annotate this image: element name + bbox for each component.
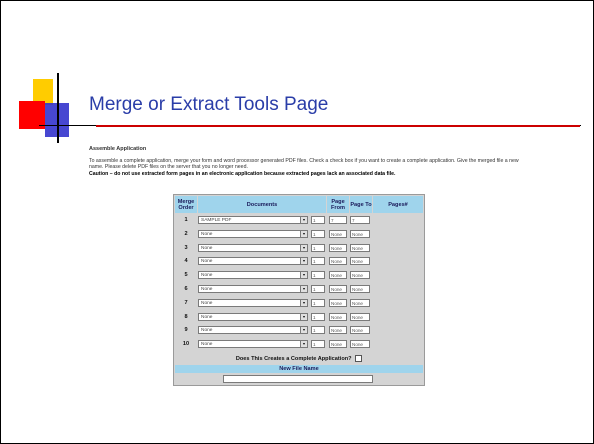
slide-title: Merge or Extract Tools Page [89,94,329,115]
complete-application-checkbox[interactable] [355,355,363,363]
merge-order-cell: 8 [184,313,188,320]
merge-order-cell: 3 [184,244,188,251]
pages-input[interactable]: None [350,312,370,321]
instructions-text: To assemble a complete application, merg… [89,158,519,171]
chevron-down-icon[interactable]: ▾ [300,230,307,237]
page-from-input[interactable]: 1 [311,340,325,349]
merge-order-cell: 10 [182,341,190,348]
page-to-input[interactable]: None [329,285,347,293]
page-from-input[interactable]: 1 [311,271,325,280]
document-select-value: None [201,342,213,348]
merge-order-cell: 4 [184,258,188,265]
document-select[interactable]: None ▾ [198,312,308,321]
table-row: 2 None ▾ 1 None None [174,229,424,240]
header-page-from: Page From [327,196,349,213]
chevron-down-icon[interactable]: ▾ [300,313,307,320]
page-to-input[interactable]: None [329,257,347,266]
table-row: 8 None ▾ 1 None None [174,312,424,323]
pages-input[interactable]: 7 [350,216,370,224]
document-select-value: None [201,314,213,320]
page-to-input[interactable]: None [329,340,347,349]
table-row: 9 None ▾ 1 None None [174,325,424,336]
table-row: 7 None ▾ 1 None None [174,298,424,309]
page-from-input[interactable]: 1 [311,229,325,238]
page-from-input[interactable]: 1 [311,298,325,307]
table-row: 1 SAMPLE PDF ▾ 1 7 7 [174,215,424,226]
chevron-down-icon[interactable]: ▾ [300,327,307,334]
table-row: 10 None ▾ 1 None None [174,339,424,350]
merge-order-cell: 1 [184,217,188,223]
document-select[interactable]: None ▾ [198,257,308,266]
chevron-down-icon[interactable]: ▾ [300,299,307,306]
page-to-input[interactable]: None [329,229,347,238]
header-merge-order: Merge Order [175,196,197,213]
document-select-value: None [201,259,213,265]
assemble-heading: Assemble Application [89,146,147,152]
header-documents: Documents [198,196,326,213]
document-select-value: None [201,245,213,251]
complete-application-question: Does This Creates a Complete Application… [174,355,424,364]
slide: Merge or Extract Tools Page Assemble App… [0,0,594,444]
page-to-input[interactable]: None [329,271,347,280]
document-select-value: None [201,328,213,334]
document-select[interactable]: None ▾ [198,285,308,293]
table-row: 3 None ▾ 1 None None [174,243,424,254]
new-file-name-label: New File Name [175,365,423,373]
document-select[interactable]: SAMPLE PDF ▾ [198,216,308,224]
new-file-name-input[interactable] [223,375,373,383]
page-from-input[interactable]: 1 [311,216,325,224]
table-row: 4 None ▾ 1 None None [174,256,424,267]
chevron-down-icon[interactable]: ▾ [300,272,307,279]
page-to-input[interactable]: None [329,312,347,321]
document-select-value: None [201,300,213,306]
header-pages: Pages# [373,196,423,213]
pages-input[interactable]: None [350,243,370,252]
page-to-input[interactable]: 7 [329,216,347,224]
pages-input[interactable]: None [350,326,370,335]
chevron-down-icon[interactable]: ▾ [300,286,307,292]
merge-order-cell: 7 [184,299,188,306]
page-to-input[interactable]: None [329,243,347,252]
pages-input[interactable]: None [350,298,370,307]
document-select-value: SAMPLE PDF [201,218,232,223]
page-to-input[interactable]: None [329,298,347,307]
header-page-to: Page To [350,196,372,213]
document-select[interactable]: None ▾ [198,243,308,252]
pages-input[interactable]: None [350,340,370,349]
document-select-value: None [201,231,213,237]
page-from-input[interactable]: 1 [311,257,325,266]
chevron-down-icon[interactable]: ▾ [300,244,307,251]
caution-text: Caution – do not use extracted form page… [89,170,396,177]
document-select-value: None [201,273,213,279]
pages-input[interactable]: None [350,285,370,293]
merge-form: Merge Order Documents Page From Page To … [173,194,425,386]
merge-order-cell: 9 [184,327,188,334]
page-to-input[interactable]: None [329,326,347,335]
page-from-input[interactable]: 1 [311,312,325,321]
document-select[interactable]: None ▾ [198,229,308,238]
document-select[interactable]: None ▾ [198,326,308,335]
document-select[interactable]: None ▾ [198,340,308,349]
pages-input[interactable]: None [350,271,370,280]
document-select[interactable]: None ▾ [198,298,308,307]
complete-application-label: Does This Creates a Complete Application… [235,356,352,362]
chevron-down-icon[interactable]: ▾ [300,217,307,223]
merge-order-cell: 5 [184,272,188,279]
table-row: 6 None ▾ 1 None None [174,284,424,295]
decoration-vertical-line [57,73,59,143]
instructions: To assemble a complete application, merg… [89,158,519,177]
merge-order-cell: 6 [184,286,188,292]
chevron-down-icon[interactable]: ▾ [300,258,307,265]
page-from-input[interactable]: 1 [311,326,325,335]
pages-input[interactable]: None [350,229,370,238]
merge-order-cell: 2 [184,230,188,237]
pages-input[interactable]: None [350,257,370,266]
title-underline [96,125,580,127]
table-row: 5 None ▾ 1 None None [174,270,424,281]
page-from-input[interactable]: 1 [311,243,325,252]
document-select-value: None [201,287,213,292]
page-from-input[interactable]: 1 [311,285,325,293]
chevron-down-icon[interactable]: ▾ [300,341,307,348]
document-select[interactable]: None ▾ [198,271,308,280]
